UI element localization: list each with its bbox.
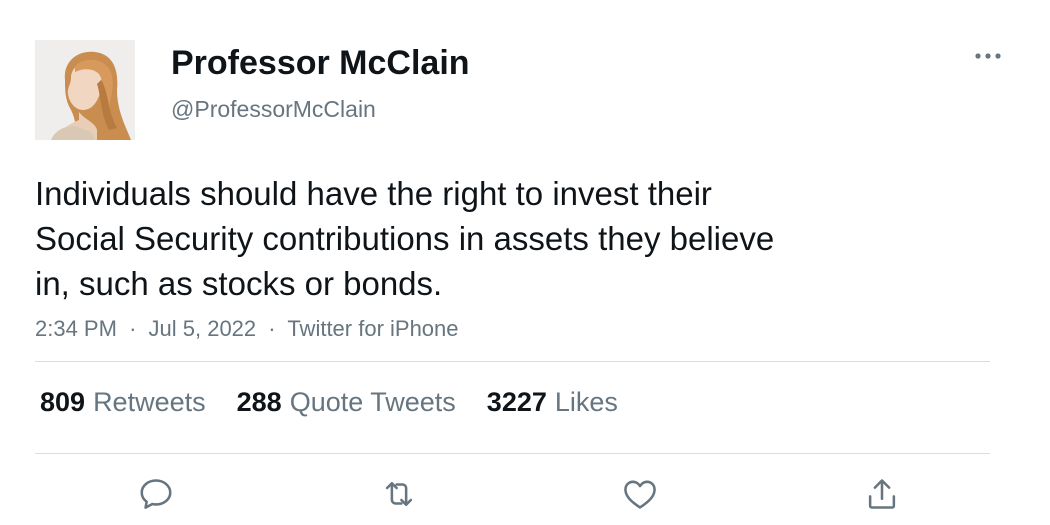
- likes-count: 3227: [486, 387, 547, 417]
- retweets-stat[interactable]: 809 Retweets: [40, 387, 206, 418]
- tweet-text-line: in, such as stocks or bonds.: [35, 265, 443, 302]
- tweet-time[interactable]: 2:34 PM: [35, 316, 117, 341]
- like-button[interactable]: [618, 472, 662, 516]
- user-handle[interactable]: @ProfessorMcClain: [171, 96, 376, 123]
- quote-tweets-stat[interactable]: 288 Quote Tweets: [237, 387, 456, 418]
- likes-stat[interactable]: 3227 Likes: [487, 387, 618, 418]
- tweet-metadata: 2:34 PM · Jul 5, 2022 · Twitter for iPho…: [35, 316, 459, 342]
- retweets-label: Retweets: [93, 387, 206, 417]
- share-button[interactable]: [860, 472, 904, 516]
- action-bar: [0, 468, 1050, 518]
- reply-button[interactable]: [134, 472, 178, 516]
- separator: ·: [268, 316, 276, 341]
- reply-icon: [140, 479, 172, 509]
- likes-label: Likes: [554, 387, 618, 417]
- divider: [35, 453, 990, 454]
- tweet-date[interactable]: Jul 5, 2022: [149, 316, 257, 341]
- avatar[interactable]: [35, 40, 135, 140]
- engagement-stats: 809 Retweets 288 Quote Tweets 3227 Likes: [40, 387, 618, 418]
- heart-icon: [624, 480, 656, 509]
- retweet-button[interactable]: [377, 472, 421, 516]
- retweet-icon: [385, 481, 413, 507]
- display-name[interactable]: Professor McClain: [171, 44, 470, 83]
- retweets-count: 809: [40, 387, 86, 417]
- share-icon: [868, 479, 896, 509]
- tweet-source[interactable]: Twitter for iPhone: [287, 316, 458, 341]
- tweet-text: Individuals should have the right to inv…: [35, 171, 895, 306]
- quote-tweets-count: 288: [236, 387, 282, 417]
- divider: [35, 361, 990, 362]
- more-horizontal-icon: [975, 53, 1001, 59]
- tweet-card: Professor McClain @ProfessorMcClain Indi…: [0, 0, 1050, 525]
- tweet-text-line: Social Security contributions in assets …: [35, 220, 775, 257]
- quote-tweets-label: Quote Tweets: [289, 387, 456, 417]
- tweet-text-line: Individuals should have the right to inv…: [35, 175, 712, 212]
- more-options-button[interactable]: [970, 40, 1006, 72]
- separator: ·: [129, 316, 137, 341]
- avatar-image: [35, 40, 135, 140]
